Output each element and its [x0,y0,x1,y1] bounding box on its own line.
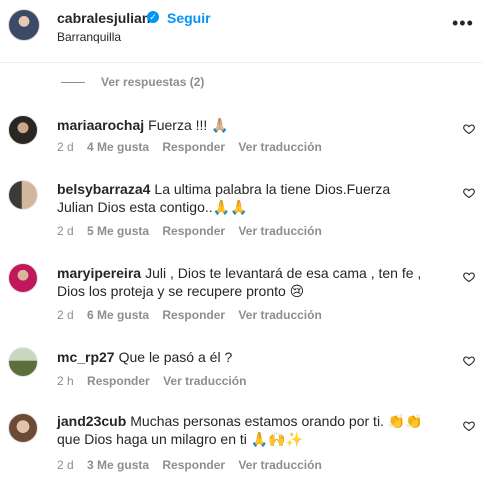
comment-meta: 2 h Responder Ver traducción [57,374,256,388]
comment-text-block: belsybarraza4 La ultima palabra la tiene … [57,180,427,216]
translate-button[interactable]: Ver traducción [238,140,321,154]
author-username[interactable]: cabralesjulian [57,10,150,26]
comment-likes[interactable]: 4 Me gusta [87,140,149,154]
like-heart-icon[interactable] [463,355,475,367]
comment-username[interactable]: jand23cub [57,413,126,429]
comment-meta: 2 d 4 Me gusta Responder Ver traducción [57,140,332,154]
comment-time[interactable]: 2 d [57,224,74,238]
commenter-avatar[interactable] [8,413,38,443]
translate-button[interactable]: Ver traducción [163,374,246,388]
replies-divider [61,81,85,83]
comment-username[interactable]: maryipereira [57,265,141,281]
comment-text-block: mariaarochaj Fuerza !!! 🙏🏼 [57,116,452,134]
comment-time[interactable]: 2 d [57,308,74,322]
reply-button[interactable]: Responder [162,140,225,154]
commenter-avatar[interactable] [8,115,38,145]
translate-button[interactable]: Ver traducción [238,224,321,238]
comment-time[interactable]: 2 d [57,140,74,154]
comment-likes[interactable]: 6 Me gusta [87,308,149,322]
post-header: cabralesjulian ✓ • Seguir Barranquilla •… [0,0,483,63]
like-heart-icon[interactable] [463,271,475,283]
like-heart-icon[interactable] [463,123,475,135]
comment-time[interactable]: 2 h [57,374,74,388]
comment-text-block: jand23cub Muchas personas estamos orando … [57,412,447,448]
reply-button[interactable]: Responder [162,308,225,322]
reply-button[interactable]: Responder [162,458,225,472]
view-replies-button[interactable]: Ver respuestas (2) [61,74,204,90]
commenter-avatar[interactable] [8,263,38,293]
commenter-avatar[interactable] [8,347,38,377]
comment-text-block: maryipereira Juli , Dios te levantará de … [57,264,442,300]
translate-button[interactable]: Ver traducción [238,458,321,472]
comment-username[interactable]: belsybarraza4 [57,181,150,197]
verified-badge-icon: ✓ [147,11,159,23]
comment-likes[interactable]: 5 Me gusta [87,224,149,238]
like-heart-icon[interactable] [463,420,475,432]
comment-body: Fuerza !!! 🙏🏼 [148,117,229,133]
more-options-icon[interactable]: ••• [452,13,474,34]
translate-button[interactable]: Ver traducción [238,308,321,322]
reply-button[interactable]: Responder [87,374,150,388]
comment-likes[interactable]: 3 Me gusta [87,458,149,472]
comment-text-block: mc_rp27 Que le pasó a él ? [57,348,452,366]
like-heart-icon[interactable] [463,187,475,199]
reply-button[interactable]: Responder [162,224,225,238]
view-replies-label: Ver respuestas (2) [101,75,205,89]
follow-button[interactable]: Seguir [167,10,211,26]
comment-meta: 2 d 3 Me gusta Responder Ver traducción [57,458,332,472]
post-location[interactable]: Barranquilla [57,30,121,44]
comment-username[interactable]: mc_rp27 [57,349,115,365]
comment-body: Que le pasó a él ? [118,349,233,365]
comment-time[interactable]: 2 d [57,458,74,472]
author-avatar[interactable] [8,9,40,41]
comment-meta: 2 d 6 Me gusta Responder Ver traducción [57,308,332,322]
commenter-avatar[interactable] [8,180,38,210]
comment-username[interactable]: mariaarochaj [57,117,144,133]
comment-meta: 2 d 5 Me gusta Responder Ver traducción [57,224,332,238]
